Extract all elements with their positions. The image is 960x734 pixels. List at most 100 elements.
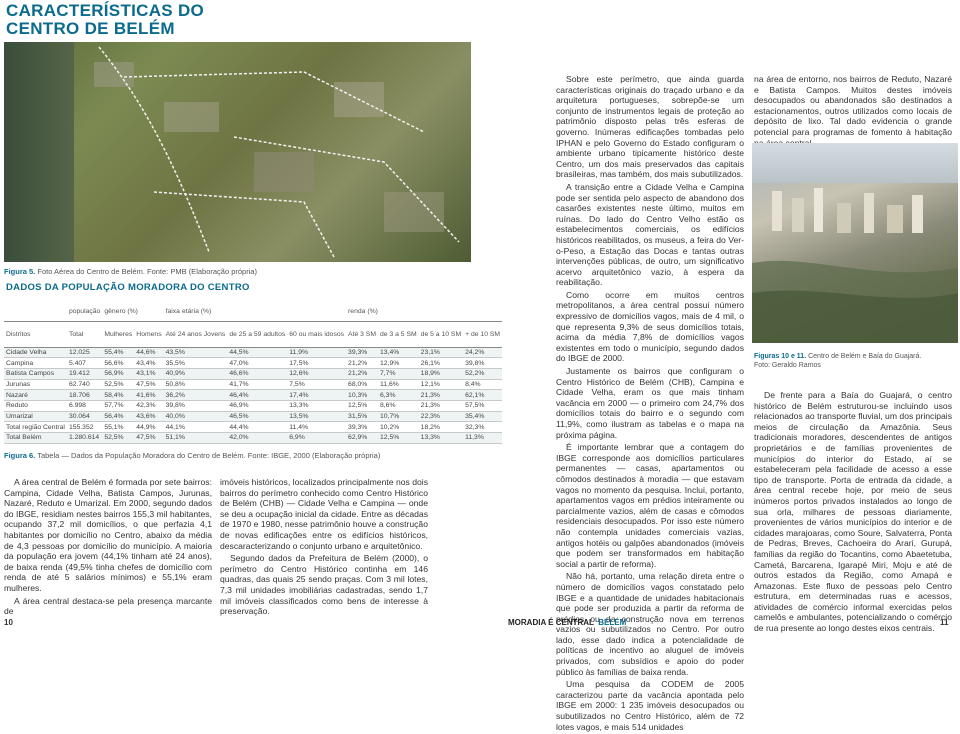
group-populacao: população: [66, 303, 103, 322]
group-genero: gênero (%): [102, 303, 164, 322]
table-cell: 42,0%: [227, 432, 288, 444]
table-cell: 47,0%: [227, 357, 288, 369]
paragraph: Sobre este perímetro, que ainda guarda c…: [556, 74, 744, 180]
figure-6-caption: Figura 6. Tabela — Dados da População Mo…: [4, 451, 380, 460]
table-cell: 56,6%: [102, 357, 135, 369]
table-cell: 47,5%: [134, 432, 164, 444]
table-group-row: população gênero (%) faixa etária (%) re…: [4, 303, 503, 322]
figure-10-text: Centro de Belém e Baía do Guajará.: [808, 353, 922, 360]
table-cell: 39,3%: [346, 421, 379, 433]
table-cell: 17,5%: [287, 357, 347, 369]
table-cell: 21,2%: [346, 357, 379, 369]
table-cell: 32,3%: [463, 421, 503, 433]
table-cell: 52,2%: [463, 368, 503, 380]
table-cell: 12,9%: [378, 357, 419, 369]
table-body: Cidade Velha 12.025 55,4% 44,6% 43,5% 44,5% 11…: [4, 347, 503, 444]
text-column-1: A área central de Belém é formada por se…: [4, 477, 212, 619]
table-cell: 40,9%: [163, 368, 228, 380]
row-label: Jurunas: [4, 379, 67, 391]
row-label: Batista Campos: [4, 368, 67, 380]
table-cell: 18,2%: [418, 421, 464, 433]
table-cell: 6,3%: [378, 389, 419, 401]
column-header: Até 3 SM: [346, 321, 379, 348]
table-cell: 62.740: [66, 379, 103, 391]
table-cell: 46,5%: [227, 411, 288, 423]
column-header: + de 10 SM: [463, 321, 503, 348]
text-column-3: Sobre este perímetro, que ainda guarda c…: [556, 74, 744, 734]
figure-10-caption: Figuras 10 e 11. Centro de Belém e Baía …: [754, 352, 921, 370]
table-row: Batista Campos 19.412 56,9% 43,1% 40,9% 46,6%…: [4, 368, 503, 380]
table-header-row: Distritos Total Mulheres Homens Até 24 anos …: [4, 321, 503, 348]
table-cell: 12,6%: [287, 368, 347, 380]
table-cell: 47,5%: [134, 379, 164, 391]
table-cell: 6,9%: [287, 432, 347, 444]
paragraph: imóveis históricos, localizados principa…: [220, 477, 428, 551]
column-header: Até 24 anos Jovens: [163, 321, 228, 348]
table-cell: 21,3%: [418, 389, 464, 401]
page-number-right: 11: [940, 618, 949, 627]
table-cell: 52,5%: [102, 379, 135, 391]
table-cell: 1.280.614: [66, 432, 103, 444]
figure-5-label: Figura 5.: [4, 267, 36, 276]
table-cell: 12,5%: [378, 432, 419, 444]
row-label: Nazaré: [4, 389, 67, 401]
paragraph: É importante lembrar que a contagem do I…: [556, 442, 744, 569]
table-cell: 24,2%: [463, 347, 503, 359]
page-number-left: 10: [4, 618, 13, 627]
table-row: Campina 5.407 56,6% 43,4% 35,5% 47,0% 17,5% 21,…: [4, 357, 503, 369]
figure-5-caption: Figura 5. Foto Aérea do Centro de Belém.…: [4, 267, 257, 276]
group-renda: renda (%): [346, 303, 503, 322]
table-cell: 22,3%: [418, 411, 464, 423]
row-label: Umarizal: [4, 411, 67, 423]
population-table: população gênero (%) faixa etária (%) re…: [4, 303, 503, 444]
table-cell: 43,4%: [134, 357, 164, 369]
table-cell: 52,5%: [102, 432, 135, 444]
table-cell: 56,9%: [102, 368, 135, 380]
table-cell: 10,2%: [378, 421, 419, 433]
table-cell: 56,4%: [102, 411, 135, 423]
table-cell: 11,3%: [463, 432, 503, 444]
table-cell: 11,4%: [287, 421, 347, 433]
table-row: Total Belém 1.280.614 52,5% 47,5% 51,1% 42,0%…: [4, 432, 503, 444]
text-column-4: na área de entorno, nos bairros de Redut…: [754, 74, 952, 150]
table-cell: 42,3%: [134, 400, 164, 412]
table-cell: 57,5%: [463, 400, 503, 412]
running-footer-title: MORADIA É CENTRAL: [508, 618, 594, 627]
table-cell: 43,6%: [134, 411, 164, 423]
table-cell: 39,8%: [463, 357, 503, 369]
table-cell: 55,1%: [102, 421, 135, 433]
table-row: Reduto 6.998 57,7% 42,3% 39,8% 46,9% 13,3% 12,5…: [4, 400, 503, 412]
table-cell: 44,4%: [227, 421, 288, 433]
row-label: Total Belém: [4, 432, 67, 444]
row-label: Cidade Velha: [4, 347, 67, 359]
column-header: de 3 a 5 SM: [378, 321, 419, 348]
table-cell: 41,6%: [134, 389, 164, 401]
title-line-2: CENTRO DE BELÉM: [6, 19, 175, 38]
table-cell: 62,1%: [463, 389, 503, 401]
paragraph: Justamente os bairros que configuram o C…: [556, 366, 744, 440]
table-cell: 43,5%: [163, 347, 228, 359]
paragraph: na área de entorno, nos bairros de Redut…: [754, 74, 952, 148]
table-cell: 35,4%: [463, 411, 503, 423]
paragraph: A transição entre a Cidade Velha e Campi…: [556, 181, 744, 288]
aerial-photo: [4, 42, 471, 262]
table-cell: 11,9%: [287, 347, 347, 359]
paragraph: De frente para a Baía do Guajará, o cent…: [754, 390, 952, 634]
table-cell: 155.352: [66, 421, 103, 433]
paragraph: A área central destaca-se pela presença …: [4, 595, 212, 617]
table-cell: 55,4%: [102, 347, 135, 359]
table-cell: 58,4%: [102, 389, 135, 401]
table-cell: 10,7%: [378, 411, 419, 423]
text-column-4b: De frente para a Baía do Guajará, o cent…: [754, 390, 952, 636]
title-line-1: CARACTERÍSTICAS DO: [6, 1, 205, 20]
table-cell: 17,4%: [287, 389, 347, 401]
table-cell: 35,5%: [163, 357, 228, 369]
table-cell: 41,7%: [227, 379, 288, 391]
table-cell: 23,1%: [418, 347, 464, 359]
paragraph: A área central de Belém é formada por se…: [4, 477, 212, 593]
column-header: de 25 a 59 adultos: [227, 321, 288, 348]
table-cell: 19.412: [66, 368, 103, 380]
table-cell: 26,1%: [418, 357, 464, 369]
table-cell: 44,6%: [134, 347, 164, 359]
table-row: Cidade Velha 12.025 55,4% 44,6% 43,5% 44,5% 11…: [4, 347, 503, 359]
